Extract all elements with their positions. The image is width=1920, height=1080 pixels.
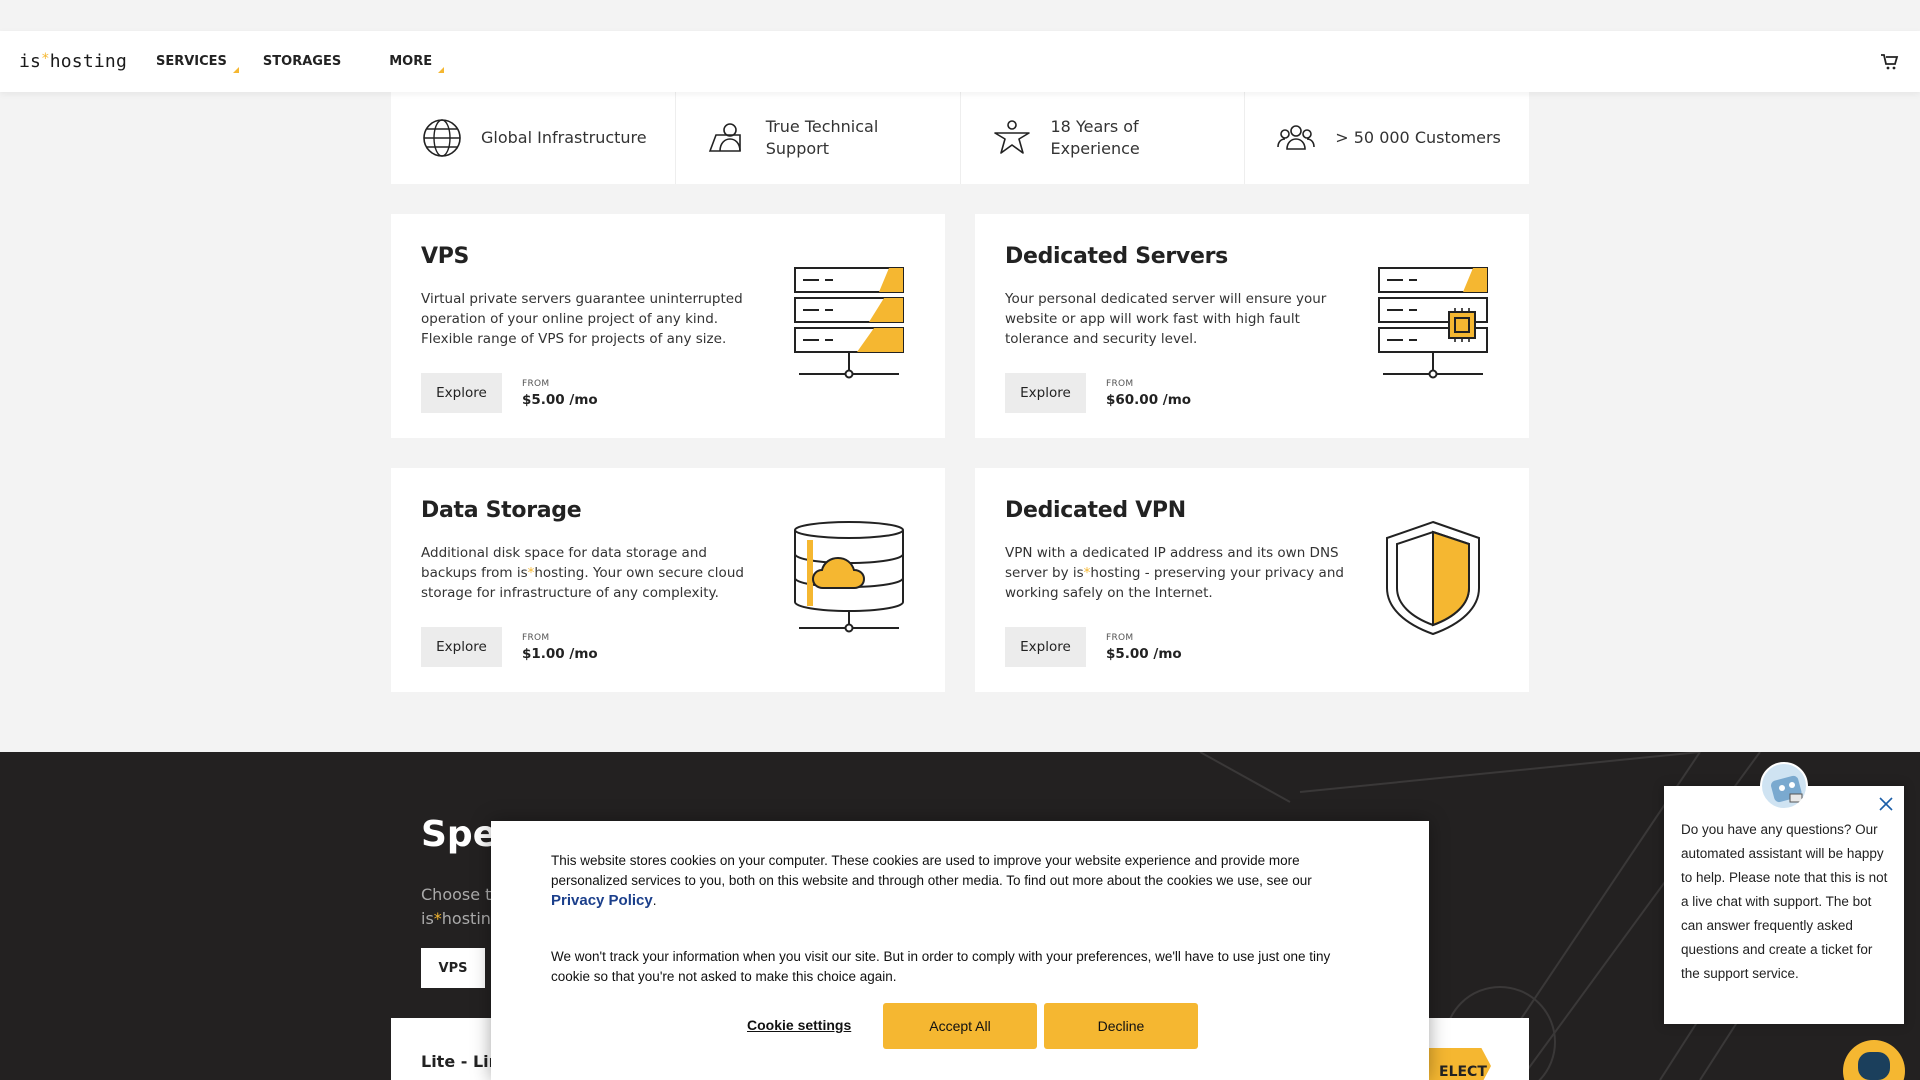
dropdown-triangle-icon — [232, 67, 239, 73]
price-value: $5.00 /mo — [522, 391, 598, 408]
decline-button[interactable]: Decline — [1044, 1003, 1198, 1049]
price-from-label: FROM — [1106, 632, 1134, 643]
explore-button[interactable]: Explore — [1005, 373, 1086, 413]
chat-launcher-button[interactable] — [1843, 1040, 1905, 1080]
card-vps: VPS Virtual private servers guarantee un… — [391, 214, 945, 438]
price-value: $5.00 /mo — [1106, 645, 1182, 662]
feature-text: > 50 000 Customers — [1335, 128, 1501, 147]
privacy-policy-link[interactable]: Privacy Policy — [551, 892, 653, 909]
shield-icon — [1386, 520, 1480, 636]
cookie-banner: This website stores cookies on your comp… — [491, 821, 1429, 1080]
card-dedicated-vpn: Dedicated VPN VPN with a dedicated IP ad… — [975, 468, 1529, 692]
price-from-label: FROM — [522, 378, 550, 389]
card-dedicated-servers: Dedicated Servers Your personal dedicate… — [975, 214, 1529, 438]
feature-global-infrastructure: Global Infrastructure — [391, 92, 676, 184]
globe-icon — [423, 119, 461, 157]
card-description: Virtual private servers guarantee uninte… — [421, 291, 743, 347]
dropdown-triangle-icon — [438, 67, 445, 73]
explore-button[interactable]: Explore — [421, 373, 502, 413]
explore-button[interactable]: Explore — [421, 627, 502, 667]
nav-storages[interactable]: STORAGES — [263, 54, 341, 69]
chat-bot-avatar — [1760, 762, 1808, 810]
section-title: Spe — [421, 814, 498, 855]
site-header: is*hosting SERVICES STORAGES MORE — [0, 31, 1920, 92]
feature-customers: > 50 000 Customers — [1245, 92, 1529, 184]
price-from-label: FROM — [1106, 378, 1134, 389]
close-icon[interactable] — [1878, 796, 1894, 812]
card-data-storage: Data Storage Additional disk space for d… — [391, 468, 945, 692]
person-icon — [993, 120, 1030, 154]
card-description: Your personal dedicated server will ensu… — [1005, 291, 1327, 347]
chat-widget: Do you have any questions? Our automated… — [1664, 786, 1904, 1024]
card-description: Additional disk space for data storage a… — [421, 545, 744, 601]
top-strip — [0, 0, 1920, 31]
feature-text: Global Infrastructure — [481, 128, 647, 147]
plan-name: Lite - Lin — [421, 1052, 501, 1071]
explore-button[interactable]: Explore — [1005, 627, 1086, 667]
feature-text: 18 Years of Experience — [1050, 117, 1140, 158]
cookie-text: This website stores cookies on your comp… — [551, 853, 1312, 909]
chat-bubble-icon — [1858, 1052, 1890, 1080]
cloud-storage-icon — [794, 521, 904, 633]
vps-server-icon — [794, 267, 904, 379]
section-subtitle: Choose th is*hosting — [421, 885, 502, 928]
nav-services[interactable]: SERVICES — [156, 54, 239, 73]
dedicated-server-icon — [1378, 267, 1488, 379]
tab-vps[interactable]: VPS — [421, 948, 485, 988]
cookie-settings-button[interactable]: Cookie settings — [747, 1017, 851, 1033]
price-value: $1.00 /mo — [522, 645, 598, 662]
price-from-label: FROM — [522, 632, 550, 643]
support-icon — [708, 123, 741, 152]
features-strip: Global Infrastructure True Technical Sup… — [391, 92, 1529, 184]
feature-text: True Technical Support — [765, 117, 879, 158]
cart-icon[interactable] — [1880, 51, 1900, 71]
card-description: VPN with a dedicated IP address and its … — [1005, 545, 1344, 601]
price-value: $60.00 /mo — [1106, 391, 1192, 408]
accept-all-button[interactable]: Accept All — [883, 1003, 1037, 1049]
logo[interactable]: is*hosting — [19, 51, 127, 72]
nav-more[interactable]: MORE — [389, 54, 445, 73]
chat-message: Do you have any questions? Our automated… — [1681, 822, 1888, 981]
customers-icon — [1277, 125, 1316, 150]
cookie-text-secondary: We won't track your information when you… — [551, 949, 1331, 984]
feature-years-experience: 18 Years of Experience — [961, 92, 1246, 184]
feature-technical-support: True Technical Support — [676, 92, 961, 184]
